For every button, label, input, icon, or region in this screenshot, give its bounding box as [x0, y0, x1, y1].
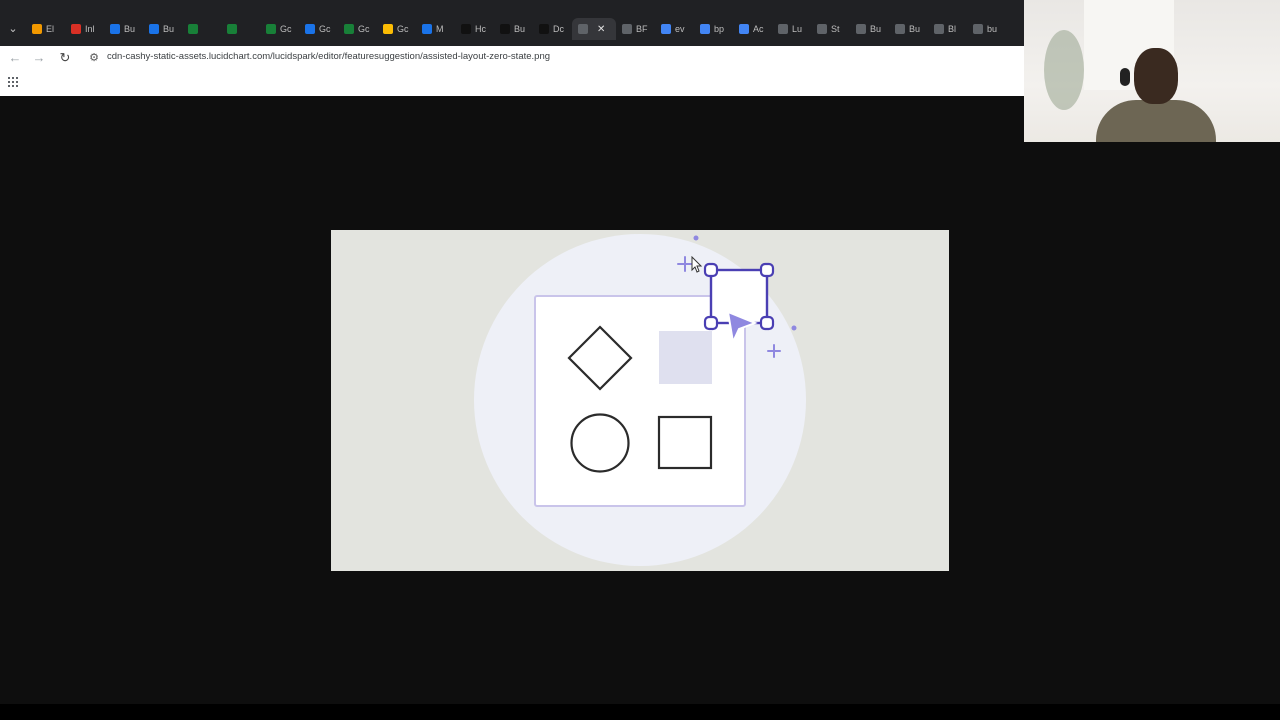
- tab-favicon-icon: [305, 24, 315, 34]
- tab-label: M: [436, 24, 444, 34]
- sparkle-dot: [693, 235, 699, 241]
- placeholder-square: [659, 331, 712, 384]
- tab-label: Bu: [909, 24, 921, 34]
- browser-tab[interactable]: Dc: [533, 18, 572, 40]
- browser-tab[interactable]: bp: [694, 18, 733, 40]
- tab-label: Bl: [948, 24, 957, 34]
- tab-label: St: [831, 24, 840, 34]
- tab-label: Hc: [475, 24, 486, 34]
- browser-tab[interactable]: Gc: [260, 18, 299, 40]
- bookmarks-bar: [0, 70, 1024, 96]
- webcam-person-head: [1134, 48, 1178, 104]
- tab-label: Gc: [358, 24, 370, 34]
- tab-label: bp: [714, 24, 725, 34]
- browser-tab[interactable]: Bu: [850, 18, 889, 40]
- tab-favicon-icon: [110, 24, 120, 34]
- tab-label: Ac: [753, 24, 764, 34]
- tab-favicon-icon: [700, 24, 710, 34]
- tab-favicon-icon: [817, 24, 827, 34]
- bottom-bar: [0, 704, 1280, 720]
- browser-tab[interactable]: [182, 18, 221, 40]
- browser-tab[interactable]: Lu: [772, 18, 811, 40]
- browser-tab[interactable]: BF: [616, 18, 655, 40]
- browser-tab[interactable]: St: [811, 18, 850, 40]
- tab-favicon-icon: [539, 24, 549, 34]
- tab-favicon-icon: [266, 24, 276, 34]
- tab-favicon-icon: [778, 24, 788, 34]
- viewer-image: [331, 230, 949, 571]
- webcam-person-body: [1096, 100, 1216, 142]
- browser-tab[interactable]: Bu: [104, 18, 143, 40]
- tab-label: Bu: [163, 24, 175, 34]
- tab-label: bu: [987, 24, 998, 34]
- apps-grid-icon[interactable]: [8, 77, 18, 87]
- tab-favicon-icon: [383, 24, 393, 34]
- tab-label: Bu: [870, 24, 882, 34]
- tab-label: Bu: [514, 24, 526, 34]
- tab-favicon-icon: [578, 24, 588, 34]
- browser-tab[interactable]: Bu: [143, 18, 182, 40]
- tab-favicon-icon: [188, 24, 198, 34]
- sparkle-dot: [791, 325, 797, 331]
- reload-button[interactable]: ↻: [56, 49, 74, 67]
- tab-favicon-icon: [739, 24, 749, 34]
- selected-square: [709, 268, 769, 325]
- browser-tab[interactable]: Gc: [377, 18, 416, 40]
- chevron-down-icon[interactable]: ⌄: [4, 22, 22, 36]
- browser-tab[interactable]: Hc: [455, 18, 494, 40]
- tab-label: Gc: [319, 24, 331, 34]
- tab-favicon-icon: [344, 24, 354, 34]
- tab-label: Inl: [85, 24, 95, 34]
- browser-toolbar: ← → ↻ ⚙ cdn-cashy-static-assets.lucidcha…: [0, 46, 1024, 70]
- tab-favicon-icon: [856, 24, 866, 34]
- tab-favicon-icon: [461, 24, 471, 34]
- tab-favicon-icon: [71, 24, 81, 34]
- browser-tab[interactable]: Ac: [733, 18, 772, 40]
- browser-tab[interactable]: El: [26, 18, 65, 40]
- tab-label: Gc: [280, 24, 292, 34]
- browser-tab[interactable]: Gc: [299, 18, 338, 40]
- browser-tab[interactable]: ✕: [572, 18, 616, 40]
- headset-icon: [1120, 68, 1130, 86]
- browser-tab[interactable]: [221, 18, 260, 40]
- browser-tab[interactable]: Inl: [65, 18, 104, 40]
- tab-label: BF: [636, 24, 648, 34]
- browser-tab[interactable]: bu: [967, 18, 1006, 40]
- browser-tab[interactable]: M: [416, 18, 455, 40]
- tab-label: Lu: [792, 24, 803, 34]
- assisted-layout-illustration: [474, 234, 806, 566]
- tab-favicon-icon: [622, 24, 632, 34]
- tab-favicon-icon: [500, 24, 510, 34]
- browser-tab[interactable]: Bu: [494, 18, 533, 40]
- close-tab-icon[interactable]: ✕: [597, 24, 605, 35]
- browser-tab[interactable]: Gc: [338, 18, 377, 40]
- tab-label: Bu: [124, 24, 136, 34]
- webcam-plant: [1044, 30, 1084, 110]
- tab-favicon-icon: [973, 24, 983, 34]
- mouse-cursor-icon: [691, 256, 703, 273]
- tab-favicon-icon: [661, 24, 671, 34]
- tab-favicon-icon: [934, 24, 944, 34]
- tab-favicon-icon: [895, 24, 905, 34]
- tab-favicon-icon: [32, 24, 42, 34]
- tab-label: Gc: [397, 24, 409, 34]
- webcam-video: [1024, 0, 1280, 142]
- tab-favicon-icon: [227, 24, 237, 34]
- tab-list: El Inl Bu Bu Gc Gc Gc Gc M Hc Bu Dc ✕ BF ev bp Ac Lu St Bu B…: [26, 18, 1006, 40]
- browser-tab[interactable]: Bu: [889, 18, 928, 40]
- browser-tab-strip: ⌄ El Inl Bu Bu Gc Gc Gc Gc M Hc Bu Dc ✕ BF ev bp Ac Lu St B…: [0, 0, 1024, 46]
- site-info-icon[interactable]: ⚙: [86, 49, 102, 67]
- tab-favicon-icon: [422, 24, 432, 34]
- forward-button[interactable]: →: [30, 49, 48, 67]
- browser-tab[interactable]: ev: [655, 18, 694, 40]
- back-button[interactable]: ←: [6, 49, 24, 67]
- address-bar[interactable]: cdn-cashy-static-assets.lucidchart.com/l…: [107, 51, 550, 62]
- tab-label: ev: [675, 24, 685, 34]
- tab-label: El: [46, 24, 55, 34]
- tab-favicon-icon: [149, 24, 159, 34]
- browser-tab[interactable]: Bl: [928, 18, 967, 40]
- tab-label: Dc: [553, 24, 564, 34]
